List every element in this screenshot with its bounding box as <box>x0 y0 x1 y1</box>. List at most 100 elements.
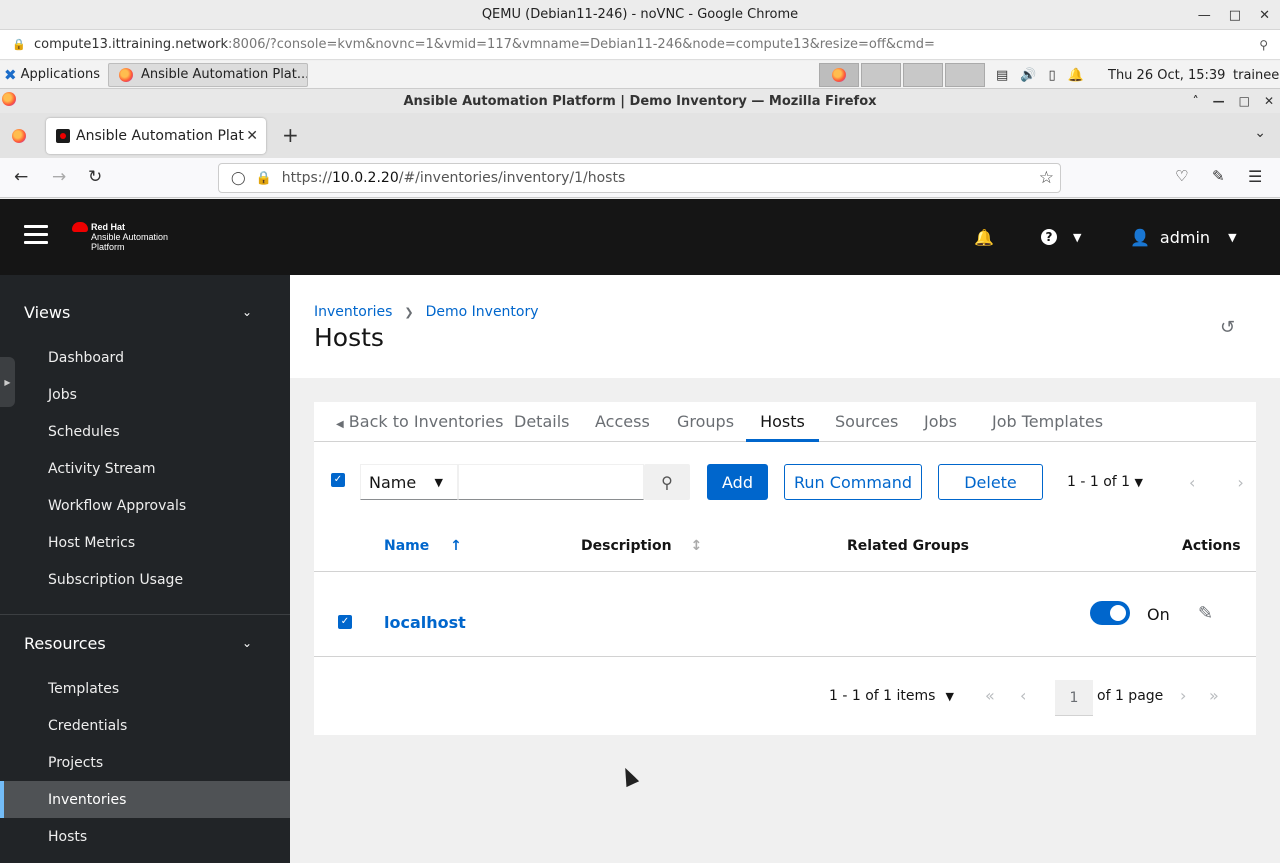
row-select-checkbox[interactable]: ✓ <box>338 615 352 629</box>
nav-group-resources[interactable]: Resources <box>24 634 106 653</box>
sidebar-item-activity-stream[interactable]: Activity Stream <box>0 450 290 487</box>
help-dropdown[interactable]: ? ▼ <box>1041 199 1081 275</box>
new-tab-icon[interactable]: + <box>282 123 299 147</box>
tab-job-templates[interactable]: Job Templates <box>992 402 1103 442</box>
tab-jobs[interactable]: Jobs <box>924 402 957 442</box>
prev-page-icon[interactable]: ‹ <box>1020 686 1026 705</box>
first-page-icon[interactable]: « <box>985 686 995 705</box>
workspace-1[interactable] <box>819 63 859 87</box>
host-enabled-toggle[interactable] <box>1090 601 1130 625</box>
lock-icon[interactable]: 🔒 <box>256 171 272 186</box>
firefox-view-icon[interactable] <box>12 129 26 143</box>
chevron-down-icon[interactable]: ⌄ <box>242 636 252 650</box>
maximize-icon[interactable]: □ <box>1239 94 1250 108</box>
notification-bell-icon[interactable]: 🔔 <box>1068 68 1084 83</box>
breadcrumb-demo-inventory[interactable]: Demo Inventory <box>426 304 539 320</box>
search-filter-select[interactable]: Name ▼ <box>360 464 458 500</box>
search-button[interactable]: ⚲ <box>644 464 690 500</box>
user-dropdown[interactable]: 👤 admin ▼ <box>1130 199 1237 275</box>
sidebar-item-schedules[interactable]: Schedules <box>0 413 290 450</box>
pocket-icon[interactable]: ♡ <box>1175 167 1188 185</box>
sidebar-item-templates[interactable]: Templates <box>0 670 290 707</box>
back-icon[interactable]: ← <box>14 167 28 187</box>
next-page-icon[interactable]: › <box>1180 686 1186 705</box>
browser-tab-aap[interactable]: Ansible Automation Platform ✕ <box>46 118 266 154</box>
search-input[interactable] <box>458 464 644 500</box>
column-header-name[interactable]: Name ↑ <box>384 538 462 554</box>
minimize-icon[interactable]: — <box>1213 94 1225 108</box>
panel-user[interactable]: trainee <box>1233 61 1279 89</box>
history-icon[interactable]: ↺ <box>1220 317 1235 338</box>
next-page-icon[interactable]: › <box>1237 473 1243 492</box>
menu-icon[interactable]: ☰ <box>1248 167 1262 186</box>
nav-group-views[interactable]: Views <box>24 303 70 322</box>
tab-sources[interactable]: Sources <box>835 402 898 442</box>
last-page-icon[interactable]: » <box>1209 686 1219 705</box>
items-per-page-toggle[interactable]: 1 - 1 of 1 items ▼ <box>829 688 954 704</box>
pencil-icon[interactable]: ✎ <box>1198 603 1213 624</box>
firefox-url-bar[interactable]: ◯ 🔒 https:// 10.0.2.20 /#/inventories/in… <box>218 163 1061 193</box>
chevron-right-icon: ❯ <box>404 305 414 319</box>
delete-button[interactable]: Delete <box>938 464 1043 500</box>
sidebar-item-subscription-usage[interactable]: Subscription Usage <box>0 561 290 598</box>
brand-line1: Red Hat <box>91 222 126 232</box>
current-page-input[interactable]: 1 <box>1055 680 1093 716</box>
maximize-icon[interactable]: □ <box>1229 8 1241 23</box>
sidebar-item-workflow-approvals[interactable]: Workflow Approvals <box>0 487 290 524</box>
column-description-label: Description <box>581 538 672 554</box>
close-icon[interactable]: ✕ <box>1259 8 1270 23</box>
forward-icon[interactable]: → <box>52 167 66 187</box>
aap-favicon-icon <box>56 129 70 143</box>
column-header-description[interactable]: Description ↕ <box>581 538 702 554</box>
volume-icon[interactable]: 🔊 <box>1020 68 1036 83</box>
run-command-button[interactable]: Run Command <box>784 464 922 500</box>
tab-back-to-inventories[interactable]: ◀ Back to Inventories <box>336 402 503 442</box>
applications-label: Applications <box>20 67 100 82</box>
sidebar-item-inventories[interactable]: Inventories <box>0 781 290 818</box>
select-all-checkbox[interactable]: ✓ <box>331 473 345 487</box>
sidebar-item-host-metrics[interactable]: Host Metrics <box>0 524 290 561</box>
panel-clock[interactable]: Thu 26 Oct, 15:39 <box>1108 61 1225 89</box>
novnc-control-handle[interactable]: ▶ <box>0 357 15 407</box>
brand-logo[interactable]: Red Hat Ansible Automation Platform <box>72 222 182 252</box>
sidebar-item-projects[interactable]: Projects <box>0 744 290 781</box>
add-button[interactable]: Add <box>707 464 768 500</box>
applications-menu[interactable]: ✖ Applications <box>0 61 106 89</box>
breadcrumb-inventories[interactable]: Inventories <box>314 304 392 320</box>
host-name-link[interactable]: localhost <box>384 613 466 632</box>
battery-icon[interactable]: ▯ <box>1048 68 1055 83</box>
chrome-address-bar[interactable]: 🔒 compute13.ittraining.network :8006/?co… <box>0 30 1280 60</box>
tab-access[interactable]: Access <box>595 402 650 442</box>
bookmark-star-icon[interactable]: ☆ <box>1039 168 1054 188</box>
chevron-up-icon[interactable]: ˄ <box>1193 94 1199 108</box>
close-icon[interactable]: ✕ <box>1264 94 1274 108</box>
sidebar-item-dashboard[interactable]: Dashboard <box>0 339 290 376</box>
notifications-button[interactable]: 🔔 <box>974 199 994 275</box>
firefox-window-title: Ansible Automation Platform | Demo Inven… <box>403 93 877 109</box>
shield-icon[interactable]: ◯ <box>231 171 246 186</box>
tab-hosts[interactable]: Hosts <box>746 402 819 442</box>
tab-details[interactable]: Details <box>514 402 569 442</box>
nav-toggle-icon[interactable] <box>24 225 48 245</box>
list-tabs-icon[interactable]: ⌄ <box>1254 125 1266 141</box>
close-tab-icon[interactable]: ✕ <box>246 128 258 144</box>
workspace-2[interactable] <box>861 63 901 87</box>
tab-groups[interactable]: Groups <box>677 402 734 442</box>
username: admin <box>1159 227 1211 247</box>
reload-icon[interactable]: ↻ <box>88 167 102 187</box>
sidebar-item-jobs[interactable]: Jobs <box>0 376 290 413</box>
workspace-4[interactable] <box>945 63 985 87</box>
sidebar-item-credentials[interactable]: Credentials <box>0 707 290 744</box>
network-icon[interactable]: ▤ <box>996 68 1008 83</box>
workspace-switcher[interactable] <box>819 63 985 87</box>
sidebar-item-hosts[interactable]: Hosts <box>0 818 290 855</box>
workspace-3[interactable] <box>903 63 943 87</box>
taskbar-firefox[interactable]: Ansible Automation Plat... <box>108 62 308 87</box>
prev-page-icon[interactable]: ‹ <box>1189 473 1195 492</box>
chevron-down-icon[interactable]: ⌄ <box>242 305 252 319</box>
key-icon[interactable]: ⚲ <box>1259 38 1268 52</box>
pagination-toggle[interactable]: 1 - 1 of 1 ▼ <box>1067 474 1143 490</box>
extensions-icon[interactable]: ✎ <box>1212 167 1225 185</box>
minimize-icon[interactable]: — <box>1198 8 1211 23</box>
page-title: Hosts <box>314 323 384 352</box>
